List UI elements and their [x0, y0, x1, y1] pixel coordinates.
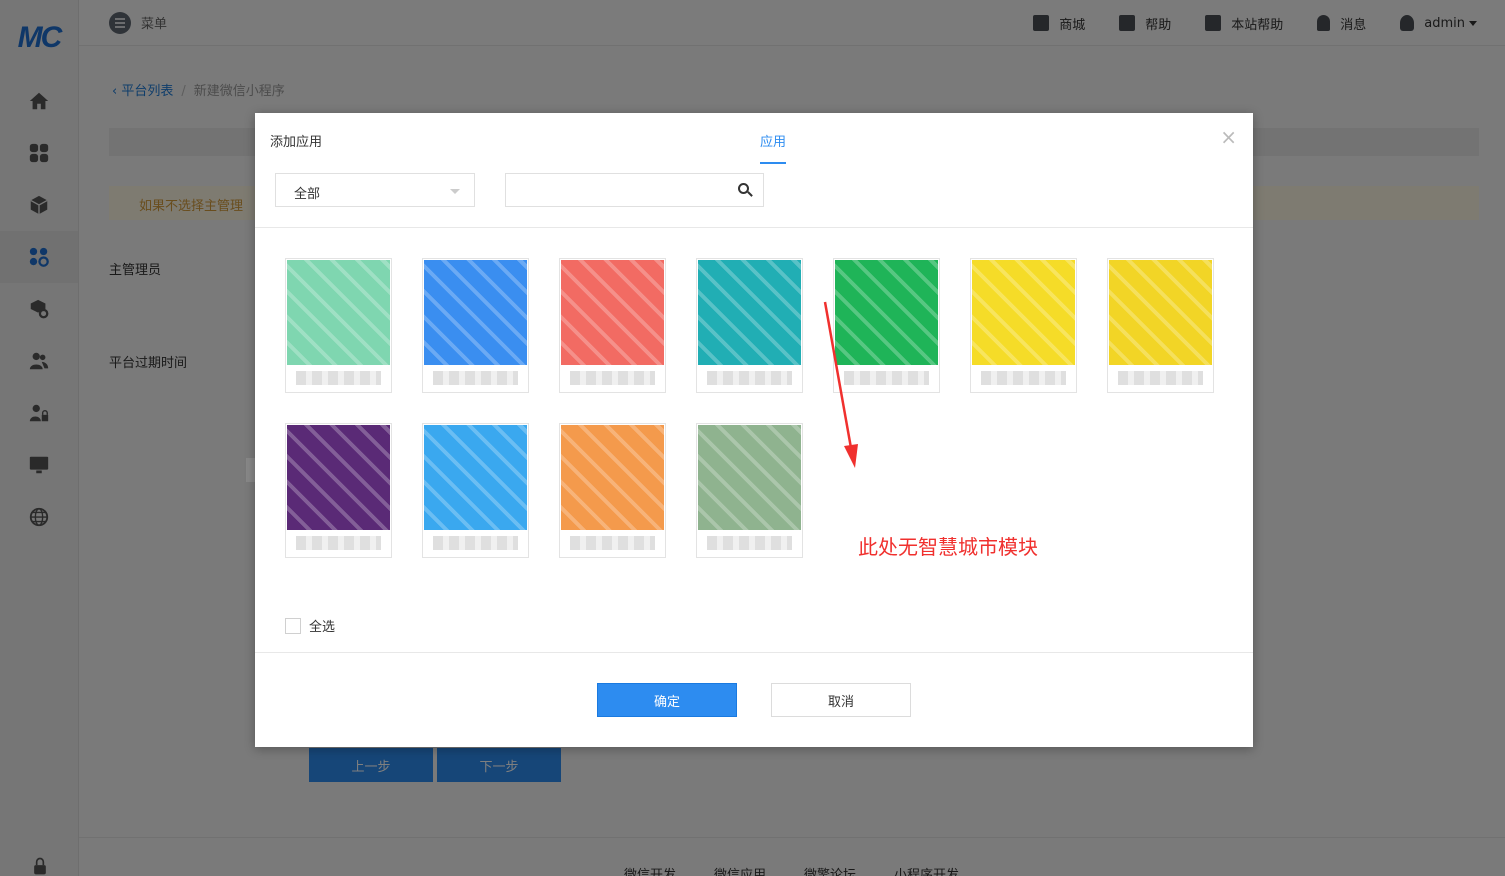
modal-title: 添加应用: [270, 135, 323, 150]
app-card[interactable]: [422, 258, 529, 393]
app-card[interactable]: [559, 423, 666, 558]
app-name: [296, 371, 381, 385]
app-name: [433, 536, 518, 550]
category-select[interactable]: 全部: [275, 173, 475, 207]
cancel-button[interactable]: 取消: [771, 683, 911, 717]
app-icon: [561, 425, 664, 530]
app-icon: [1109, 260, 1212, 365]
app-name: [981, 371, 1066, 385]
select-all-checkbox[interactable]: 全选: [285, 616, 335, 635]
app-card[interactable]: [696, 258, 803, 393]
close-icon[interactable]: ×: [1220, 125, 1237, 149]
app-icon: [972, 260, 1075, 365]
app-card[interactable]: [696, 423, 803, 558]
app-icon: [424, 260, 527, 365]
confirm-button[interactable]: 确定: [597, 683, 737, 717]
divider: [255, 227, 1253, 228]
app-icon: [424, 425, 527, 530]
search-input[interactable]: [505, 173, 764, 207]
app-name: [1118, 371, 1203, 385]
app-card[interactable]: [559, 258, 666, 393]
annotation-arrow: [823, 301, 858, 468]
app-name: [296, 536, 381, 550]
app-name: [707, 371, 792, 385]
app-icon: [287, 260, 390, 365]
app-icon: [698, 260, 801, 365]
search-icon[interactable]: [738, 183, 749, 194]
app-card[interactable]: [970, 258, 1077, 393]
app-card[interactable]: [1107, 258, 1214, 393]
app-name: [707, 536, 792, 550]
tab-apps[interactable]: 应用: [760, 131, 787, 164]
add-app-modal: 添加应用 应用 × 全部 全选 确定 取消 此处无智慧城市模块: [255, 113, 1253, 747]
app-icon: [287, 425, 390, 530]
select-all-label: 全选: [309, 620, 336, 635]
app-name: [570, 536, 655, 550]
app-icon: [698, 425, 801, 530]
app-icon: [561, 260, 664, 365]
app-name: [433, 371, 518, 385]
app-card[interactable]: [285, 423, 392, 558]
category-select-value: 全部: [294, 187, 321, 202]
divider: [255, 652, 1253, 653]
app-card[interactable]: [422, 423, 529, 558]
chevron-down-icon: [450, 189, 460, 194]
annotation-text: 此处无智慧城市模块: [858, 535, 1038, 559]
app-card[interactable]: [285, 258, 392, 393]
app-name: [570, 371, 655, 385]
checkbox[interactable]: [285, 617, 301, 634]
